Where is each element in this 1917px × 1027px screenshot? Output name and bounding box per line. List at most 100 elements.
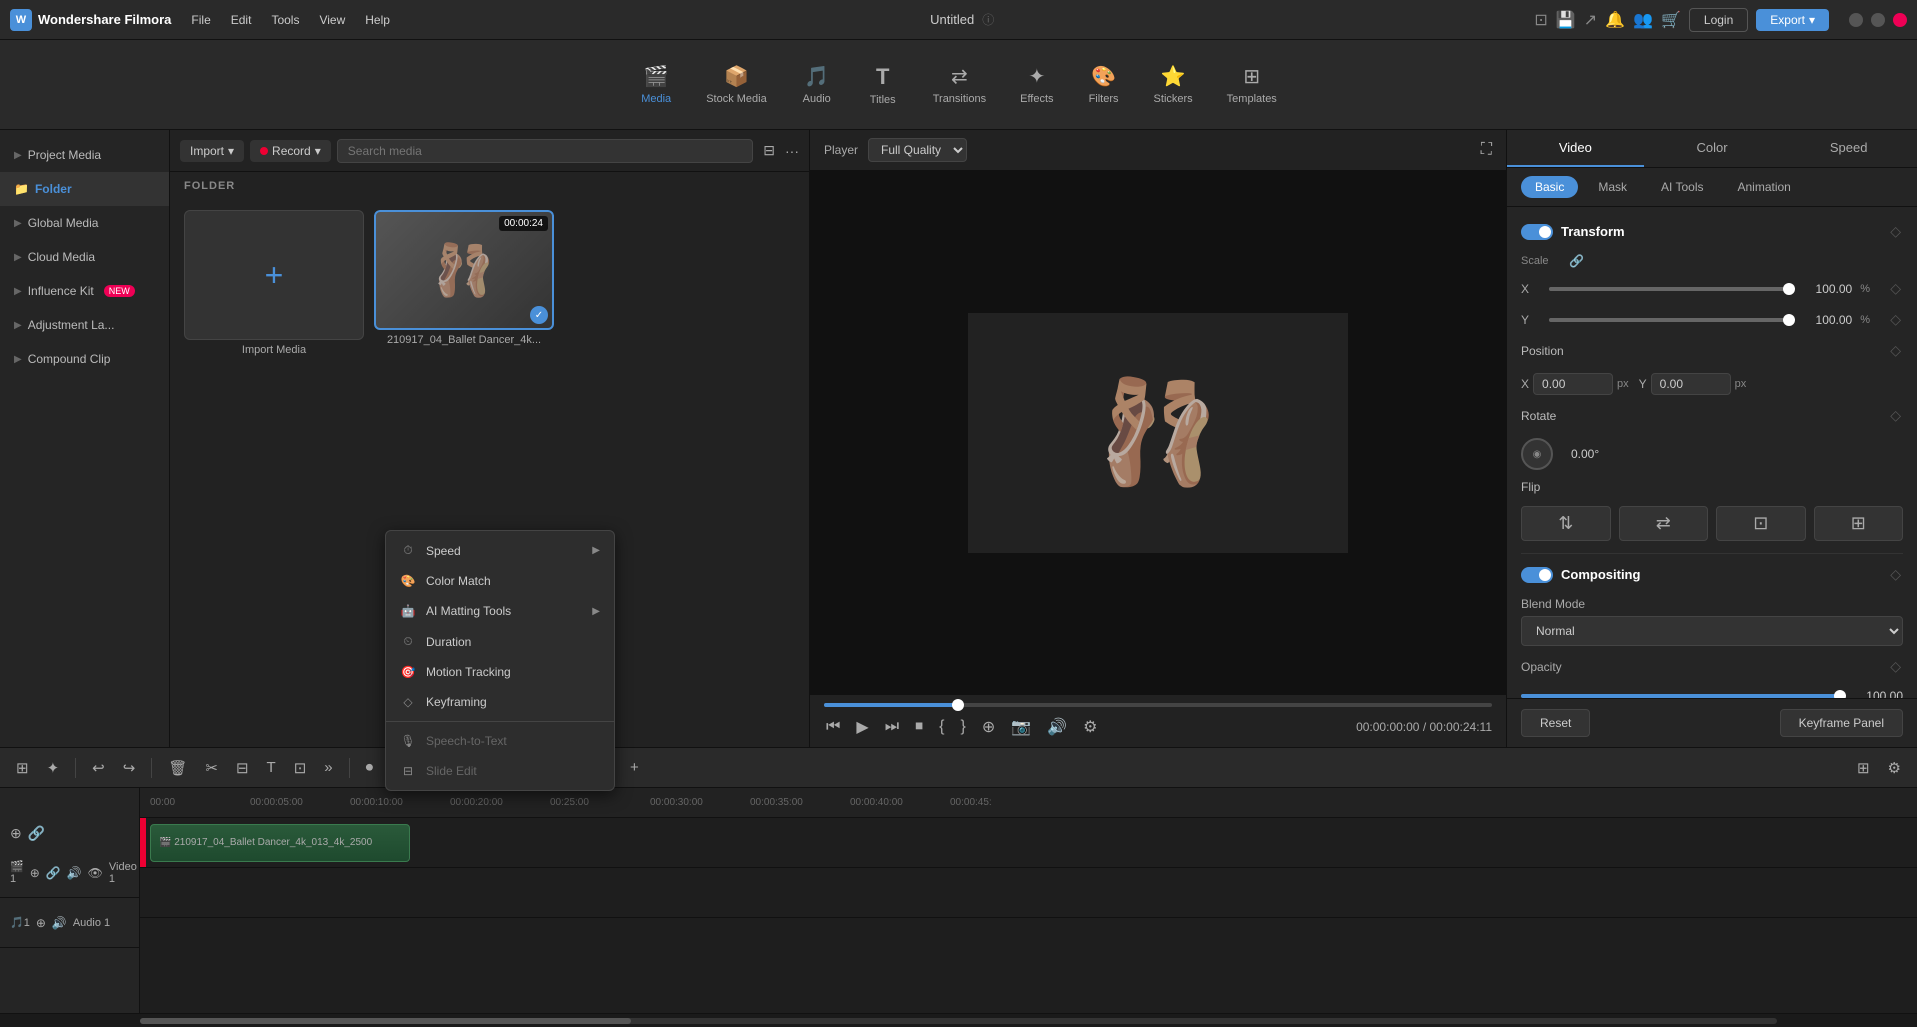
ctx-motion-tracking[interactable]: 🎯 Motion Tracking bbox=[386, 657, 614, 687]
toolbar-media[interactable]: 🎬 Media bbox=[626, 58, 686, 111]
sidebar-item-adjustment-la[interactable]: ▶ Adjustment La... bbox=[0, 308, 169, 342]
flip-h-button[interactable]: ⊡ bbox=[1716, 506, 1806, 541]
transform-keyframe-button[interactable]: ◇ bbox=[1888, 221, 1903, 242]
sidebar-item-folder[interactable]: 📁 Folder bbox=[0, 172, 169, 206]
audio-track-add-button[interactable]: ⊕ bbox=[36, 916, 46, 930]
timeline-undo-button[interactable]: ↩ bbox=[86, 755, 111, 781]
more-button[interactable]: ··· bbox=[785, 143, 799, 159]
record-button[interactable]: Record ▾ bbox=[250, 140, 331, 162]
timeline-scrollbar[interactable] bbox=[0, 1013, 1917, 1027]
subtab-basic[interactable]: Basic bbox=[1521, 176, 1578, 198]
media-clip-item[interactable]: 🩰 00:00:24 ✓ 210917_04_Ballet Dancer_4k.… bbox=[374, 210, 554, 356]
settings-button[interactable]: ⚙ bbox=[1081, 715, 1099, 739]
menu-tools[interactable]: Tools bbox=[271, 13, 299, 27]
toolbar-titles[interactable]: T Titles bbox=[853, 58, 913, 112]
close-button[interactable] bbox=[1893, 13, 1907, 27]
progress-thumb[interactable] bbox=[952, 699, 964, 711]
flip-horizontal-button[interactable]: ⇅ bbox=[1521, 506, 1611, 541]
position-keyframe-button[interactable]: ◇ bbox=[1888, 340, 1903, 361]
bell-icon[interactable]: 🔔 bbox=[1605, 10, 1625, 30]
compositing-keyframe-button[interactable]: ◇ bbox=[1888, 564, 1903, 585]
ctx-keyframing[interactable]: ◇ Keyframing bbox=[386, 687, 614, 717]
scrollbar-thumb[interactable] bbox=[140, 1018, 631, 1024]
timeline-zoom-in-button[interactable]: + bbox=[624, 755, 645, 780]
ctx-color-match[interactable]: 🎨 Color Match bbox=[386, 566, 614, 596]
ctx-slide-edit[interactable]: ⊟ Slide Edit bbox=[386, 756, 614, 786]
audio-track-mute-button[interactable]: 🔊 bbox=[52, 916, 67, 930]
clip-thumbnail[interactable]: 🩰 00:00:24 ✓ bbox=[374, 210, 554, 330]
audio-button[interactable]: 🔊 bbox=[1045, 715, 1069, 739]
save-icon[interactable]: 💾 bbox=[1556, 10, 1576, 30]
timeline-snap-button[interactable]: ✦ bbox=[41, 755, 66, 781]
sidebar-item-compound-clip[interactable]: ▶ Compound Clip bbox=[0, 342, 169, 376]
position-y-input[interactable] bbox=[1651, 373, 1731, 395]
toolbar-filters[interactable]: 🎨 Filters bbox=[1074, 58, 1134, 111]
tab-video[interactable]: Video bbox=[1507, 130, 1644, 167]
rotate-dial[interactable]: ◉ bbox=[1521, 438, 1553, 470]
mark-in-button[interactable]: { bbox=[937, 716, 946, 738]
scale-x-slider[interactable] bbox=[1549, 287, 1789, 291]
quality-select[interactable]: Full Quality bbox=[868, 138, 967, 162]
progress-bar[interactable] bbox=[824, 703, 1492, 707]
ctx-speech-to-text[interactable]: 🎙 Speech-to-Text bbox=[386, 726, 614, 756]
scale-y-slider[interactable] bbox=[1549, 318, 1789, 322]
login-button[interactable]: Login bbox=[1689, 8, 1748, 32]
filter-button[interactable]: ⊟ bbox=[759, 138, 779, 163]
sidebar-item-influence-kit[interactable]: ▶ Influence Kit NEW bbox=[0, 274, 169, 308]
menu-file[interactable]: File bbox=[191, 13, 210, 27]
sidebar-item-cloud-media[interactable]: ▶ Cloud Media bbox=[0, 240, 169, 274]
skip-back-button[interactable]: ⏮ bbox=[824, 716, 842, 738]
timeline-layout-button[interactable]: ⊞ bbox=[1851, 755, 1876, 781]
minimize-button[interactable] bbox=[1849, 13, 1863, 27]
menu-edit[interactable]: Edit bbox=[231, 13, 252, 27]
opacity-keyframe-button[interactable]: ◇ bbox=[1888, 656, 1903, 677]
flip-vertical-button[interactable]: ⇄ bbox=[1619, 506, 1709, 541]
maximize-button[interactable] bbox=[1871, 13, 1885, 27]
opacity-slider[interactable] bbox=[1521, 694, 1840, 698]
timeline-add-track-button[interactable]: ⊞ bbox=[10, 755, 35, 781]
import-media-card[interactable]: + Import Media bbox=[184, 210, 364, 356]
position-x-input[interactable] bbox=[1533, 373, 1613, 395]
blend-mode-select[interactable]: Normal bbox=[1521, 616, 1903, 646]
scale-y-keyframe[interactable]: ◇ bbox=[1888, 309, 1903, 330]
subtab-ai-tools[interactable]: AI Tools bbox=[1647, 176, 1717, 198]
compositing-toggle[interactable] bbox=[1521, 567, 1553, 583]
snapshot-button[interactable]: 📷 bbox=[1009, 715, 1033, 739]
timeline-settings-button[interactable]: ⚙ bbox=[1882, 755, 1907, 781]
export-button[interactable]: Export ▾ bbox=[1756, 9, 1829, 31]
scale-x-keyframe[interactable]: ◇ bbox=[1888, 278, 1903, 299]
track-link-button[interactable]: 🔗 bbox=[46, 866, 61, 880]
rotate-keyframe-button[interactable]: ◇ bbox=[1888, 405, 1903, 426]
ctx-speed[interactable]: ⏱ Speed ▶ bbox=[386, 535, 614, 566]
timeline-text-button[interactable]: T bbox=[261, 755, 282, 780]
toolbar-transitions[interactable]: ⇄ Transitions bbox=[919, 58, 1000, 111]
tab-color[interactable]: Color bbox=[1644, 130, 1781, 167]
tab-speed[interactable]: Speed bbox=[1780, 130, 1917, 167]
timeline-split-button[interactable]: ⊟ bbox=[230, 755, 255, 781]
ctx-duration[interactable]: ⏲ Duration bbox=[386, 626, 614, 657]
keyframe-panel-button[interactable]: Keyframe Panel bbox=[1780, 709, 1903, 737]
screen-icon[interactable]: ⊡ bbox=[1534, 10, 1547, 30]
track-eye-button[interactable]: 👁 bbox=[88, 866, 103, 880]
cart-icon[interactable]: 🛒 bbox=[1661, 10, 1681, 30]
subtab-mask[interactable]: Mask bbox=[1584, 176, 1641, 198]
toolbar-effects[interactable]: ✦ Effects bbox=[1006, 58, 1067, 111]
sidebar-item-global-media[interactable]: ▶ Global Media bbox=[0, 206, 169, 240]
flip-v-button[interactable]: ⊞ bbox=[1814, 506, 1904, 541]
video-clip[interactable]: 🎬 210917_04_Ballet Dancer_4k_013_4k_2500 bbox=[150, 824, 410, 862]
add-to-timeline-button[interactable]: ⊕ bbox=[980, 715, 997, 739]
track-add-button[interactable]: ⊕ bbox=[30, 866, 40, 880]
stop-button[interactable]: ⏹ bbox=[913, 716, 925, 738]
timeline-cut-button[interactable]: ✂ bbox=[199, 755, 224, 781]
track-mute-button[interactable]: 🔊 bbox=[67, 866, 82, 880]
play-button[interactable]: ▶ bbox=[854, 715, 870, 739]
group-icon[interactable]: 👥 bbox=[1633, 10, 1653, 30]
search-input[interactable] bbox=[337, 139, 754, 163]
fullscreen-button[interactable]: ⛶ bbox=[1481, 141, 1492, 159]
timeline-link-button[interactable]: 🔗 bbox=[28, 825, 45, 842]
skip-forward-button[interactable]: ⏭ bbox=[883, 716, 901, 738]
share-icon[interactable]: ↗ bbox=[1584, 10, 1597, 30]
transform-toggle[interactable] bbox=[1521, 224, 1553, 240]
timeline-more-button[interactable]: » bbox=[318, 755, 338, 780]
reset-button[interactable]: Reset bbox=[1521, 709, 1590, 737]
